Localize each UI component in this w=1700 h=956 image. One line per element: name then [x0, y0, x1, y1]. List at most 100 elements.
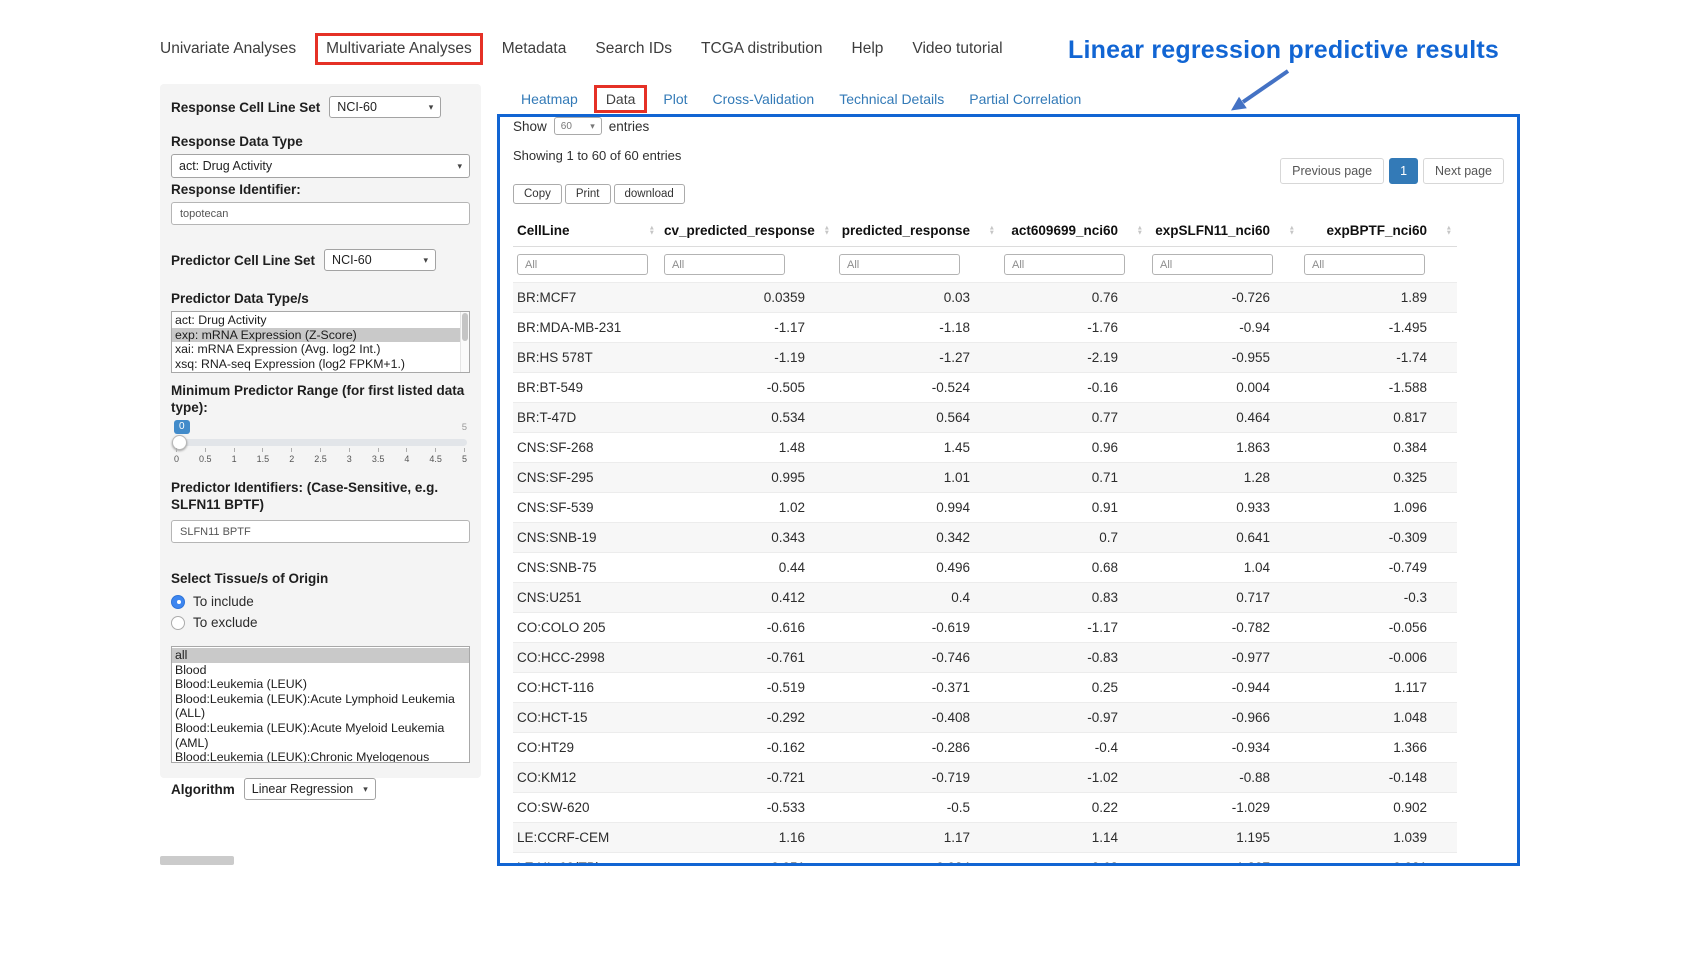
table-row-br-bt-549[interactable]: BR:BT-549-0.505-0.524-0.160.004-1.588	[513, 373, 1457, 403]
table-row-co-sw-620[interactable]: CO:SW-620-0.533-0.50.22-1.0290.902	[513, 793, 1457, 823]
table-row-cns-sf-268[interactable]: CNS:SF-2681.481.450.961.8630.384	[513, 433, 1457, 463]
table-row-co-hcc-2998[interactable]: CO:HCC-2998-0.761-0.746-0.83-0.977-0.006	[513, 643, 1457, 673]
tab-heatmap[interactable]: Heatmap	[512, 85, 587, 113]
nav-item-univariate-analyses[interactable]: Univariate Analyses	[150, 33, 306, 65]
tissue-option-blood[interactable]: Blood	[172, 663, 469, 678]
value-cell: 0.534	[660, 403, 835, 433]
table-row-br-hs-578t[interactable]: BR:HS 578T-1.19-1.27-2.19-0.955-1.74	[513, 343, 1457, 373]
chevron-down-icon	[590, 121, 595, 132]
result-tab-bar: HeatmapDataPlot Cross-ValidationTechnical…	[512, 85, 1090, 113]
table-row-cns-snb-19[interactable]: CNS:SNB-190.3430.3420.70.641-0.309	[513, 523, 1457, 553]
predictor-data-type-listbox[interactable]: act: Drug Activityexp: mRNA Expression (…	[171, 311, 470, 373]
value-cell: 1.02	[660, 493, 835, 523]
column-header-expbptf-nci60[interactable]: expBPTF_nci60▲▼	[1300, 215, 1457, 247]
print-button[interactable]: Print	[565, 184, 611, 204]
value-cell: 0.4	[835, 583, 1000, 613]
table-row-co-hct-15[interactable]: CO:HCT-15-0.292-0.408-0.97-0.9661.048	[513, 703, 1457, 733]
response-data-type-select[interactable]: act: Drug Activity	[171, 154, 470, 178]
value-cell: 0.412	[660, 583, 835, 613]
tissue-radio-to-exclude[interactable]: To exclude	[171, 612, 470, 633]
table-row-cns-sf-539[interactable]: CNS:SF-5391.020.9940.910.9331.096	[513, 493, 1457, 523]
predictor-identifiers-label: Predictor Identifiers: (Case-Sensitive, …	[171, 480, 470, 513]
tissue-listbox[interactable]: allBloodBlood:Leukemia (LEUK)Blood:Leuke…	[171, 646, 470, 763]
predictor-data-type-option-xsq-rna-seq-expression-log2-fpkm-1[interactable]: xsq: RNA-seq Expression (log2 FPKM+1.)	[172, 357, 469, 372]
export-buttons: CopyPrintdownload	[513, 184, 1504, 204]
scrollbar-thumb[interactable]	[462, 313, 468, 341]
slider-track[interactable]	[174, 439, 467, 446]
tissue-option-blood-leukemia-leuk-acute-myeloid-leukem[interactable]: Blood:Leukemia (LEUK):Acute Myeloid Leuk…	[172, 721, 469, 750]
sort-icon[interactable]: ▲▼	[1289, 225, 1295, 236]
table-row-br-t-47d[interactable]: BR:T-47D0.5340.5640.770.4640.817	[513, 403, 1457, 433]
tissue-option-blood-leukemia-leuk-acute-lymphoid-leuke[interactable]: Blood:Leukemia (LEUK):Acute Lymphoid Leu…	[172, 692, 469, 721]
tab-technical-details[interactable]: Technical Details	[830, 85, 953, 113]
tissue-radio-to-include[interactable]: To include	[171, 591, 470, 612]
nav-item-search-ids[interactable]: Search IDs	[585, 33, 682, 65]
algorithm-select[interactable]: Linear Regression	[244, 778, 376, 800]
filter-input-cv-predicted-response[interactable]	[664, 254, 785, 275]
scrollbar[interactable]	[460, 312, 469, 372]
slider-tick: 1.5	[262, 448, 263, 464]
tab-data[interactable]: Data	[594, 85, 648, 113]
nav-item-help[interactable]: Help	[842, 33, 894, 65]
page-number-button[interactable]: 1	[1389, 158, 1418, 184]
table-row-le-ccrf-cem[interactable]: LE:CCRF-CEM1.161.171.141.1951.039	[513, 823, 1457, 853]
filter-input-cellline[interactable]	[517, 254, 648, 275]
filter-input-expbptf-nci60[interactable]	[1304, 254, 1425, 275]
table-row-br-mcf7[interactable]: BR:MCF70.03590.030.76-0.7261.89	[513, 283, 1457, 313]
entries-label: entries	[609, 119, 650, 134]
tab-plot[interactable]: Plot	[654, 85, 696, 113]
table-row-cns-snb-75[interactable]: CNS:SNB-750.440.4960.681.04-0.749	[513, 553, 1457, 583]
value-cell: 0.77	[1000, 403, 1148, 433]
value-cell: -0.286	[835, 733, 1000, 763]
sort-icon[interactable]: ▲▼	[1137, 225, 1143, 236]
table-row-br-mda-mb-231[interactable]: BR:MDA-MB-231-1.17-1.18-1.76-0.94-1.495	[513, 313, 1457, 343]
response-identifier-input[interactable]	[171, 202, 470, 225]
table-row-co-hct-116[interactable]: CO:HCT-116-0.519-0.3710.25-0.9441.117	[513, 673, 1457, 703]
nav-item-metadata[interactable]: Metadata	[492, 33, 577, 65]
table-row-cns-u251[interactable]: CNS:U2510.4120.40.830.717-0.3	[513, 583, 1457, 613]
cell-line-cell: CO:HT29	[513, 733, 660, 763]
table-row-co-ht29[interactable]: CO:HT29-0.162-0.286-0.4-0.9341.366	[513, 733, 1457, 763]
table-row-co-km12[interactable]: CO:KM12-0.721-0.719-1.02-0.88-0.148	[513, 763, 1457, 793]
next-page-button[interactable]: Next page	[1423, 158, 1504, 184]
nav-item-tcga-distribution[interactable]: TCGA distribution	[691, 33, 832, 65]
filter-input-act609699-nci60[interactable]	[1004, 254, 1125, 275]
table-row-cns-sf-295[interactable]: CNS:SF-2950.9951.010.711.280.325	[513, 463, 1457, 493]
sort-icon[interactable]: ▲▼	[989, 225, 995, 236]
entries-count-select[interactable]: 60	[554, 117, 602, 135]
filter-input-expslfn11-nci60[interactable]	[1152, 254, 1273, 275]
sort-icon[interactable]: ▲▼	[824, 225, 830, 236]
table-row-co-colo-205[interactable]: CO:COLO 205-0.616-0.619-1.17-0.782-0.056	[513, 613, 1457, 643]
value-cell: 0.0359	[660, 283, 835, 313]
value-cell: 0.96	[1000, 433, 1148, 463]
tab-partial-correlation[interactable]: Partial Correlation	[960, 85, 1090, 113]
predictor-data-type-option-act-drug-activity[interactable]: act: Drug Activity	[172, 313, 469, 328]
min-predictor-range-slider[interactable]: 0 5 00.511.522.533.544.55	[174, 420, 467, 468]
tab-cross-validation[interactable]: Cross-Validation	[704, 85, 824, 113]
column-header-act609699-nci60[interactable]: act609699_nci60▲▼	[1000, 215, 1148, 247]
sort-icon[interactable]: ▲▼	[649, 225, 655, 236]
filter-input-predicted-response[interactable]	[839, 254, 960, 275]
copy-button[interactable]: Copy	[513, 184, 562, 204]
tissue-option-blood-leukemia-leuk-chronic-myelogenous-[interactable]: Blood:Leukemia (LEUK):Chronic Myelogenou…	[172, 750, 469, 763]
predictor-data-type-option-exp-mrna-expression-z-score[interactable]: exp: mRNA Expression (Z-Score)	[172, 328, 469, 343]
cell-line-cell: CNS:SF-268	[513, 433, 660, 463]
column-header-cv-predicted-response[interactable]: cv_predicted_response▲▼	[660, 215, 835, 247]
value-cell: -1.588	[1300, 373, 1457, 403]
response-cell-line-set-select[interactable]: NCI-60	[329, 96, 441, 118]
column-header-cellline[interactable]: CellLine▲▼	[513, 215, 660, 247]
download-button[interactable]: download	[614, 184, 685, 204]
predictor-data-type-option-xai-mrna-expression-avg-log2-int[interactable]: xai: mRNA Expression (Avg. log2 Int.)	[172, 342, 469, 357]
predictor-cell-line-set-select[interactable]: NCI-60	[324, 249, 436, 271]
previous-page-button[interactable]: Previous page	[1280, 158, 1384, 184]
column-header-predicted-response[interactable]: predicted_response▲▼	[835, 215, 1000, 247]
table-row-le-hl-60-tb[interactable]: LE:HL-60(TB)0.9510.9340.681.3070.031	[513, 853, 1457, 867]
nav-item-video-tutorial[interactable]: Video tutorial	[902, 33, 1012, 65]
value-cell: -0.524	[835, 373, 1000, 403]
predictor-identifiers-input[interactable]	[171, 520, 470, 543]
tissue-option-all[interactable]: all	[172, 648, 469, 663]
sort-icon[interactable]: ▲▼	[1446, 225, 1452, 236]
tissue-option-blood-leukemia-leuk[interactable]: Blood:Leukemia (LEUK)	[172, 677, 469, 692]
nav-item-multivariate-analyses[interactable]: Multivariate Analyses	[315, 33, 483, 65]
column-header-expslfn11-nci60[interactable]: expSLFN11_nci60▲▼	[1148, 215, 1300, 247]
